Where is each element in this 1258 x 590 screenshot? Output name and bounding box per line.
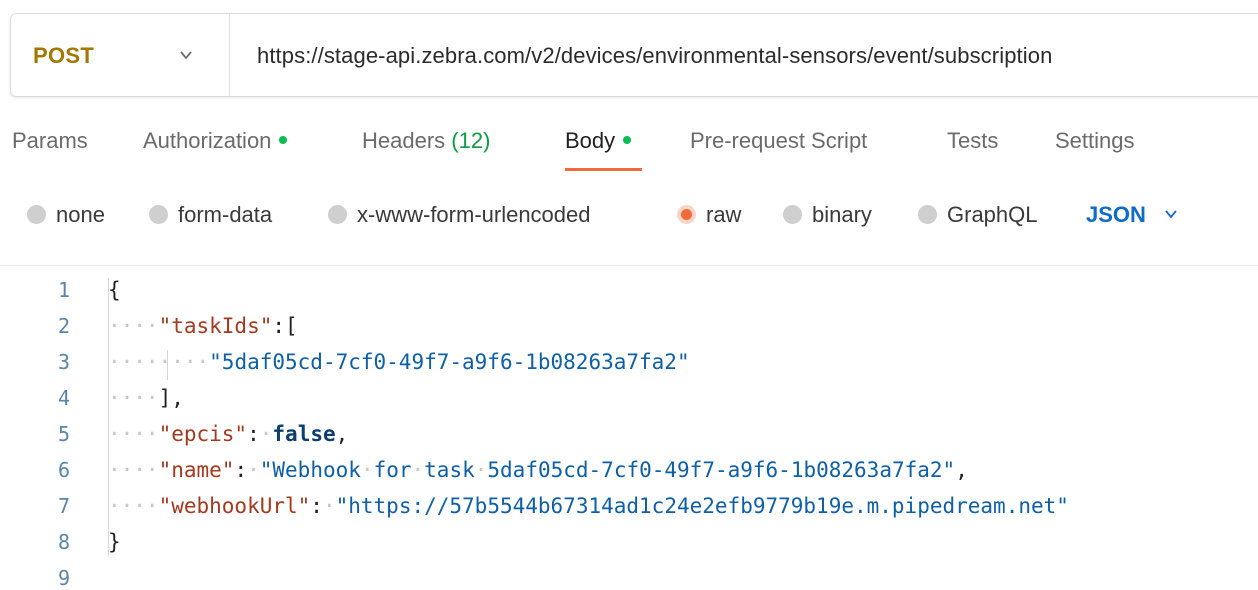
headers-count-badge: (12): [451, 128, 491, 153]
code-line: ····"webhookUrl":·"https://57b5544b67314…: [108, 494, 1069, 518]
url-input[interactable]: https://stage-api.zebra.com/v2/devices/e…: [257, 43, 1052, 69]
radio-binary-label: binary: [812, 202, 872, 227]
radio-none[interactable]: none: [27, 202, 105, 228]
status-dot-icon: [279, 136, 288, 145]
code-token: "Webhook: [259, 458, 361, 482]
tab-tests[interactable]: Tests: [947, 128, 998, 154]
radio-button-icon: [149, 204, 168, 224]
code-token: :: [310, 494, 323, 518]
radio-button-icon: [918, 204, 937, 224]
tab-body-label: Body: [565, 128, 616, 153]
code-token: "webhookUrl": [158, 494, 311, 518]
code-line: ····],: [108, 386, 184, 410]
code-token: {: [108, 278, 121, 302]
request-url-bar: POST https://stage-api.zebra.com/v2/devi…: [10, 13, 1258, 97]
radio-selected-icon: [677, 204, 696, 224]
tab-tests-label: Tests: [947, 128, 999, 153]
line-number: 8: [57, 530, 70, 554]
radio-binary[interactable]: binary: [783, 202, 872, 228]
language-select[interactable]: JSON: [1086, 202, 1178, 228]
code-token: ·: [247, 458, 260, 482]
code-token: false: [272, 422, 336, 446]
code-token: "taskIds": [158, 314, 273, 338]
code-token: ·: [474, 458, 488, 482]
code-token: ,: [955, 458, 968, 482]
code-token: }: [108, 530, 121, 554]
code-token: ····: [108, 422, 159, 446]
tab-params-label: Params: [12, 128, 88, 153]
tab-params[interactable]: Params: [12, 128, 88, 154]
code-token: :[: [272, 314, 298, 338]
radio-button-icon: [27, 204, 46, 224]
code-token: 5daf05cd-7cf0-49f7-a9f6-1b08263a7fa2": [487, 458, 956, 482]
line-number: 6: [57, 458, 70, 482]
code-token: ····: [108, 494, 159, 518]
radio-x-www-form-urlencoded[interactable]: x-www-form-urlencoded: [328, 202, 591, 228]
line-number: 3: [57, 350, 70, 374]
code-token: ····: [108, 458, 159, 482]
line-number: 9: [57, 566, 70, 590]
code-token: ····: [108, 314, 159, 338]
code-token: :: [234, 458, 248, 482]
code-line: }: [108, 530, 121, 554]
line-number: 5: [57, 422, 70, 446]
tab-pre-request-script[interactable]: Pre-request Script: [690, 128, 867, 154]
request-tabs: Params Authorization Headers (12) Body P…: [0, 120, 1258, 180]
code-token: ····: [108, 386, 159, 410]
code-token: ·: [360, 458, 374, 482]
tab-headers[interactable]: Headers (12): [362, 128, 490, 154]
radio-raw-label: raw: [706, 202, 742, 227]
line-number: 4: [57, 386, 70, 410]
radio-form-data-label: form-data: [178, 202, 273, 227]
language-label: JSON: [1086, 202, 1146, 227]
active-tab-indicator: [565, 168, 642, 171]
tab-authorization[interactable]: Authorization: [143, 128, 288, 154]
chevron-down-icon: [180, 51, 192, 60]
code-token: "5daf05cd-7cf0-49f7-a9f6-1b08263a7fa2": [209, 350, 690, 374]
tab-pre-request-script-label: Pre-request Script: [690, 128, 868, 153]
radio-button-icon: [328, 204, 347, 224]
radio-button-icon: [783, 204, 802, 224]
tab-body[interactable]: Body: [565, 128, 632, 154]
line-number: 1: [57, 278, 70, 302]
status-dot-icon: [623, 136, 632, 145]
code-token: "https://57b5544b67314ad1c24e2efb9779b19…: [335, 494, 1069, 518]
code-token: "name": [158, 458, 235, 482]
code-editor[interactable]: 1 2 3 4 5 6 7 8 9{····"taskIds":[········"5daf05…: [0, 270, 1258, 590]
tab-headers-label: Headers: [362, 128, 446, 153]
method-label: POST: [33, 43, 95, 68]
code-token: ·: [411, 458, 425, 482]
code-token: ·: [259, 422, 273, 446]
code-token: ········: [108, 350, 210, 374]
radio-form-data[interactable]: form-data: [149, 202, 272, 228]
radio-raw[interactable]: raw: [677, 202, 741, 228]
code-token: :: [247, 422, 260, 446]
line-number: 2: [57, 314, 70, 338]
line-number: 7: [57, 494, 70, 518]
code-token: task: [424, 458, 475, 482]
radio-x-www-form-urlencoded-label: x-www-form-urlencoded: [357, 202, 591, 227]
editor-divider: [0, 265, 1258, 266]
code-token: ·: [322, 494, 336, 518]
radio-none-label: none: [56, 202, 105, 227]
body-type-options: none form-data x-www-form-urlencoded raw…: [0, 195, 1258, 235]
code-line: {: [108, 278, 121, 302]
code-token: for: [373, 458, 412, 482]
code-token: ,: [335, 422, 349, 446]
radio-graphql-label: GraphQL: [947, 202, 1038, 227]
code-line: ········"5daf05cd-7cf0-49f7-a9f6-1b08263…: [108, 350, 690, 374]
method-select[interactable]: POST: [11, 14, 230, 96]
code-line: ····"taskIds":[: [108, 314, 298, 338]
code-line: ····"epcis":·false,: [108, 422, 348, 446]
code-token: ],: [158, 386, 184, 410]
tab-authorization-label: Authorization: [143, 128, 272, 153]
chevron-down-icon: [1165, 210, 1177, 219]
tab-settings[interactable]: Settings: [1055, 128, 1135, 154]
code-line: ····"name":·"Webhook·for·task·5daf05cd-7…: [108, 458, 968, 482]
radio-graphql[interactable]: GraphQL: [918, 202, 1038, 228]
code-token: "epcis": [158, 422, 248, 446]
tab-settings-label: Settings: [1055, 128, 1135, 153]
